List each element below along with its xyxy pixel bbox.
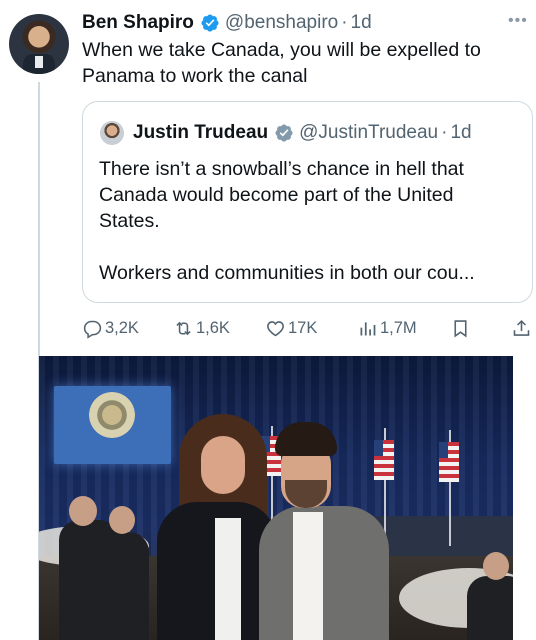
like-count: 17K xyxy=(288,318,318,337)
photo-woman-top xyxy=(215,518,241,640)
verified-badge-icon xyxy=(201,14,219,32)
author-name[interactable]: Ben Shapiro xyxy=(82,12,194,34)
reply-count: 3,2K xyxy=(105,318,139,337)
reply-icon xyxy=(83,320,102,339)
quoted-paragraph-1: There isn’t a snowball’s chance in hell … xyxy=(99,158,464,232)
photo-guest xyxy=(101,532,149,640)
quoted-paragraph-2: Workers and communities in both our cou.… xyxy=(99,262,475,284)
repost-icon xyxy=(176,321,191,335)
repost-button[interactable]: 1,6K xyxy=(173,315,230,341)
author-handle[interactable]: @benshapiro xyxy=(225,12,338,34)
photo-woman-face xyxy=(201,436,245,494)
quoted-tweet-text: There isn’t a snowball’s chance in hell … xyxy=(99,156,519,286)
like-button[interactable]: 17K xyxy=(265,315,317,341)
photo-flag xyxy=(374,440,394,480)
photo-flag xyxy=(439,442,459,482)
views-button[interactable]: 1,7M xyxy=(357,315,417,341)
share-button[interactable] xyxy=(511,315,534,341)
bookmark-button[interactable] xyxy=(450,315,473,341)
avatar-collar xyxy=(35,56,43,68)
photo-man-shirt xyxy=(293,512,323,640)
quoted-author-avatar[interactable] xyxy=(100,121,124,145)
photo-guest-head xyxy=(109,506,135,534)
share-icon xyxy=(513,319,530,336)
quoted-separator-dot: · xyxy=(441,122,448,143)
author-avatar[interactable] xyxy=(9,14,69,74)
heart-icon xyxy=(267,320,284,336)
quoted-tweet-age[interactable]: 1d xyxy=(450,122,471,144)
action-bar: 3,2K 1,6K 17K 1,7M xyxy=(82,315,532,341)
tweet-photo[interactable] xyxy=(39,356,513,640)
views-count: 1,7M xyxy=(380,318,417,337)
quoted-tweet-card[interactable]: Justin Trudeau @JustinTrudeau · 1d There… xyxy=(82,101,533,303)
quoted-verified-badge-icon xyxy=(275,124,293,142)
photo-guest xyxy=(467,576,513,640)
bookmark-icon xyxy=(454,319,467,337)
quoted-author-handle[interactable]: @JustinTrudeau xyxy=(299,122,438,144)
photo-guest-head xyxy=(483,552,509,580)
quoted-author-name[interactable]: Justin Trudeau xyxy=(133,122,268,144)
tweet-header: Ben Shapiro @benshapiro · 1d xyxy=(82,11,372,35)
quoted-tweet-header: Justin Trudeau @JustinTrudeau · 1d xyxy=(133,120,472,146)
tweet-text: When we take Canada, you will be expelle… xyxy=(82,39,481,87)
photo-seal-emblem xyxy=(89,392,135,438)
photo-projection-screen xyxy=(54,386,171,464)
more-icon[interactable]: ••• xyxy=(508,12,528,30)
photo-man-jacket xyxy=(259,506,389,640)
photo-guest-head xyxy=(69,496,97,526)
repost-count: 1,6K xyxy=(196,318,230,337)
views-chart-icon xyxy=(360,321,376,335)
reply-button[interactable]: 3,2K xyxy=(82,315,139,341)
tweet-age[interactable]: 1d xyxy=(351,12,372,34)
separator-dot: · xyxy=(341,12,348,33)
